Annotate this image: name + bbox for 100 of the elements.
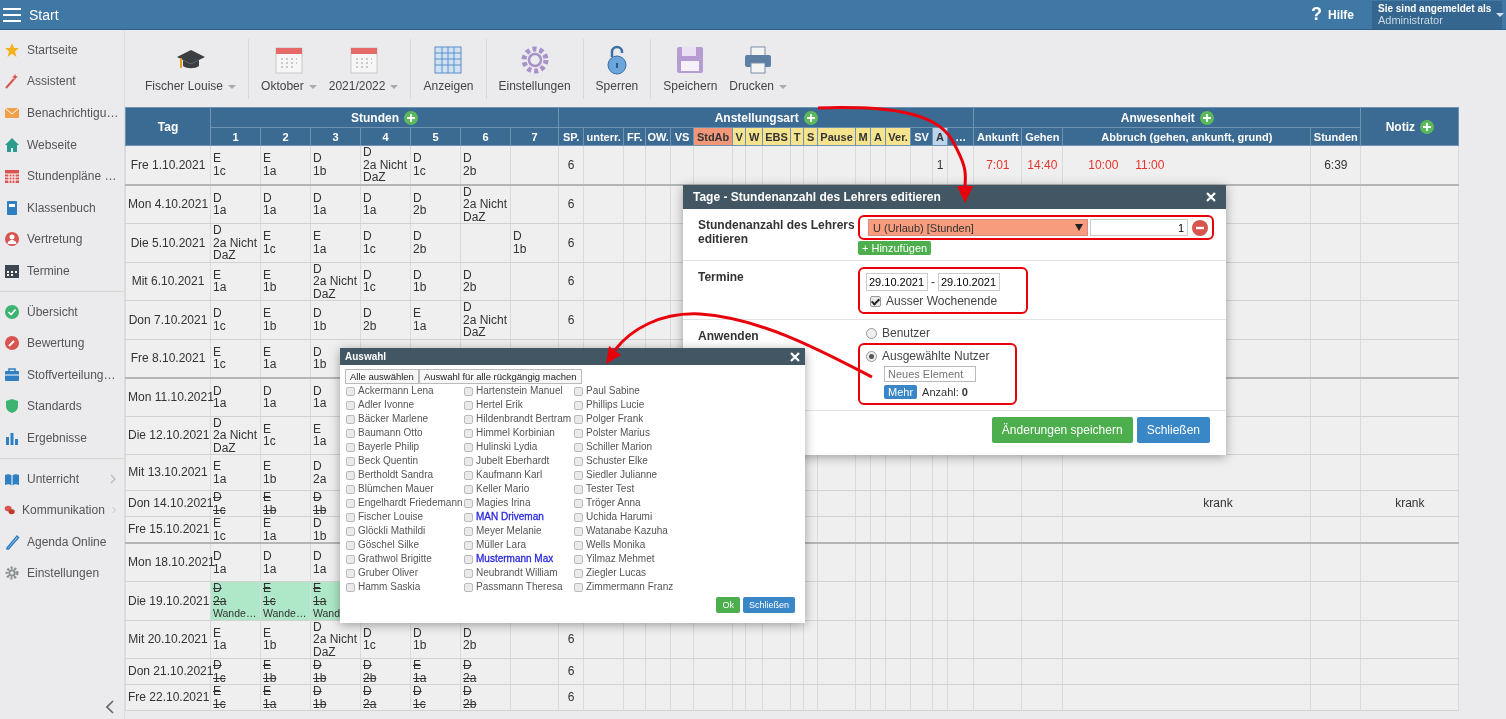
user-label[interactable]: Paul Sabine xyxy=(586,385,640,397)
user-label[interactable]: Jubelt Eberhardt xyxy=(476,455,550,467)
checkbox[interactable] xyxy=(574,484,583,494)
checkbox[interactable] xyxy=(346,582,355,592)
user-label[interactable]: Watanabe Kazuha xyxy=(586,525,668,537)
checkbox[interactable] xyxy=(464,582,473,592)
user-label[interactable]: Polger Frank xyxy=(586,413,644,425)
dialog-button[interactable]: Schließen xyxy=(742,597,795,613)
checkbox[interactable] xyxy=(574,414,583,424)
checkbox[interactable] xyxy=(464,400,473,410)
sidebar-item[interactable]: Startseite xyxy=(0,34,124,66)
date-field[interactable]: 29.10.2021 xyxy=(866,273,928,291)
user-label[interactable]: Hildenbrandt Bertram xyxy=(476,413,572,425)
user-label[interactable]: Polster Marius xyxy=(586,427,650,439)
sidebar-item[interactable]: Bewertung xyxy=(0,327,124,359)
user-label[interactable]: Uchida Harumi xyxy=(586,511,653,523)
checkbox[interactable] xyxy=(574,470,583,480)
checkbox[interactable] xyxy=(574,442,583,452)
user-label[interactable]: Zimmermann Franz xyxy=(586,581,674,593)
close-icon[interactable] xyxy=(790,351,800,362)
remove-icon[interactable] xyxy=(1192,219,1208,236)
sidebar-item[interactable]: Unterricht xyxy=(0,462,124,495)
checkbox[interactable] xyxy=(464,554,473,564)
checkbox[interactable] xyxy=(574,582,583,592)
checkbox[interactable] xyxy=(574,554,583,564)
user-label[interactable]: Schuster Elke xyxy=(586,455,648,467)
checkbox[interactable] xyxy=(346,456,355,466)
user-label[interactable]: Ackermann Lena xyxy=(358,385,434,397)
action-button[interactable]: Alle auswählen xyxy=(345,369,419,384)
checkbox[interactable] xyxy=(464,498,473,508)
checkbox[interactable] xyxy=(464,512,473,522)
user-label[interactable]: Glöckli Mathildi xyxy=(358,525,426,537)
checkbox[interactable] xyxy=(464,526,473,536)
weekend-checkbox[interactable]: Ausser Wochenende xyxy=(866,294,998,308)
checkbox[interactable] xyxy=(574,400,583,410)
user-label[interactable]: Bäcker Marlene xyxy=(358,413,429,425)
dialog-button[interactable]: Schließen xyxy=(1136,417,1210,443)
user-label[interactable]: Beck Quentin xyxy=(358,455,419,467)
user-label[interactable]: Tester Test xyxy=(586,483,635,495)
user-label[interactable]: Hulinski Lydia xyxy=(476,441,538,453)
user-label[interactable]: Blümchen Mauer xyxy=(358,483,434,495)
add-icon[interactable] xyxy=(404,110,419,125)
user-label[interactable]: Siedler Julianne xyxy=(586,469,658,481)
user-label[interactable]: Schiller Marion xyxy=(586,441,653,453)
toolbar-button[interactable]: Fischer Louise xyxy=(139,44,243,93)
type-select[interactable]: U (Urlaub) [Stunden] xyxy=(868,219,1088,236)
checkbox[interactable] xyxy=(346,414,355,424)
radio-button[interactable] xyxy=(866,327,877,339)
checkbox[interactable] xyxy=(464,470,473,480)
user-menu[interactable]: Sie sind angemeldet als Administrator xyxy=(1372,0,1502,29)
user-label[interactable]: Grathwol Brigitte xyxy=(358,553,432,565)
date-field[interactable]: 29.10.2021 xyxy=(938,273,1000,291)
user-label[interactable]: Mustermann Max xyxy=(476,553,554,565)
sidebar-item[interactable]: Ergebnisse xyxy=(0,422,124,454)
sidebar-item[interactable]: Termine xyxy=(0,255,124,287)
add-icon[interactable] xyxy=(1420,119,1434,134)
user-label[interactable]: Wells Monika xyxy=(586,539,646,551)
radio-option[interactable]: Benutzer xyxy=(866,326,931,340)
user-label[interactable]: Fischer Louise xyxy=(358,511,424,523)
checkbox[interactable] xyxy=(464,428,473,438)
user-label[interactable]: Müller Lara xyxy=(476,539,527,551)
user-label[interactable]: Tröger Anna xyxy=(586,497,641,509)
sidebar-item[interactable]: Übersicht xyxy=(0,295,124,328)
radio-option[interactable]: Ausgewählte Nutzer xyxy=(866,349,990,363)
checkbox[interactable] xyxy=(346,400,355,410)
user-label[interactable]: Gruber Oliver xyxy=(358,567,418,579)
sidebar-item[interactable]: Einstellungen xyxy=(0,557,124,590)
checkbox[interactable] xyxy=(574,386,583,396)
user-label[interactable]: Göschel Silke xyxy=(358,539,420,551)
toolbar-button[interactable]: Anzeigen xyxy=(417,44,480,93)
checkbox[interactable] xyxy=(464,484,473,494)
checkbox[interactable] xyxy=(346,498,355,508)
sidebar-item[interactable]: Stoffverteilung… xyxy=(0,358,124,391)
user-label[interactable]: Kaufmann Karl xyxy=(476,469,543,481)
radio-button[interactable] xyxy=(866,350,877,362)
checkbox[interactable] xyxy=(346,568,355,578)
user-label[interactable]: Himmel Korbinian xyxy=(476,427,555,439)
sidebar-item[interactable]: Standards xyxy=(0,390,124,423)
user-label[interactable]: Bayerle Philip xyxy=(358,441,420,453)
user-label[interactable]: MAN Driveman xyxy=(476,511,544,523)
user-label[interactable]: Phillips Lucie xyxy=(586,399,645,411)
toolbar-button[interactable]: Oktober xyxy=(255,44,323,93)
toolbar-button[interactable]: 2021/2022 xyxy=(322,44,405,93)
checkbox[interactable] xyxy=(346,512,355,522)
checkbox[interactable] xyxy=(464,386,473,396)
user-label[interactable]: Keller Mario xyxy=(476,483,530,495)
checkbox[interactable] xyxy=(464,442,473,452)
checkbox[interactable] xyxy=(574,428,583,438)
user-label[interactable]: Baumann Otto xyxy=(358,427,423,439)
user-label[interactable]: Hartenstein Manuel xyxy=(476,385,563,397)
toolbar-button[interactable]: Sperren xyxy=(589,44,645,93)
sidebar-item[interactable]: Webseite xyxy=(0,128,124,161)
close-icon[interactable] xyxy=(1206,192,1216,202)
collapse-icon[interactable] xyxy=(106,700,114,714)
sidebar-item[interactable]: Agenda Online xyxy=(0,525,124,558)
user-label[interactable]: Engelhardt Friedemann xyxy=(358,497,463,509)
checkbox[interactable] xyxy=(346,428,355,438)
user-label[interactable]: Neubrandt William xyxy=(476,567,558,579)
add-icon[interactable] xyxy=(1199,110,1214,125)
user-label[interactable]: Hamm Saskia xyxy=(358,581,421,593)
